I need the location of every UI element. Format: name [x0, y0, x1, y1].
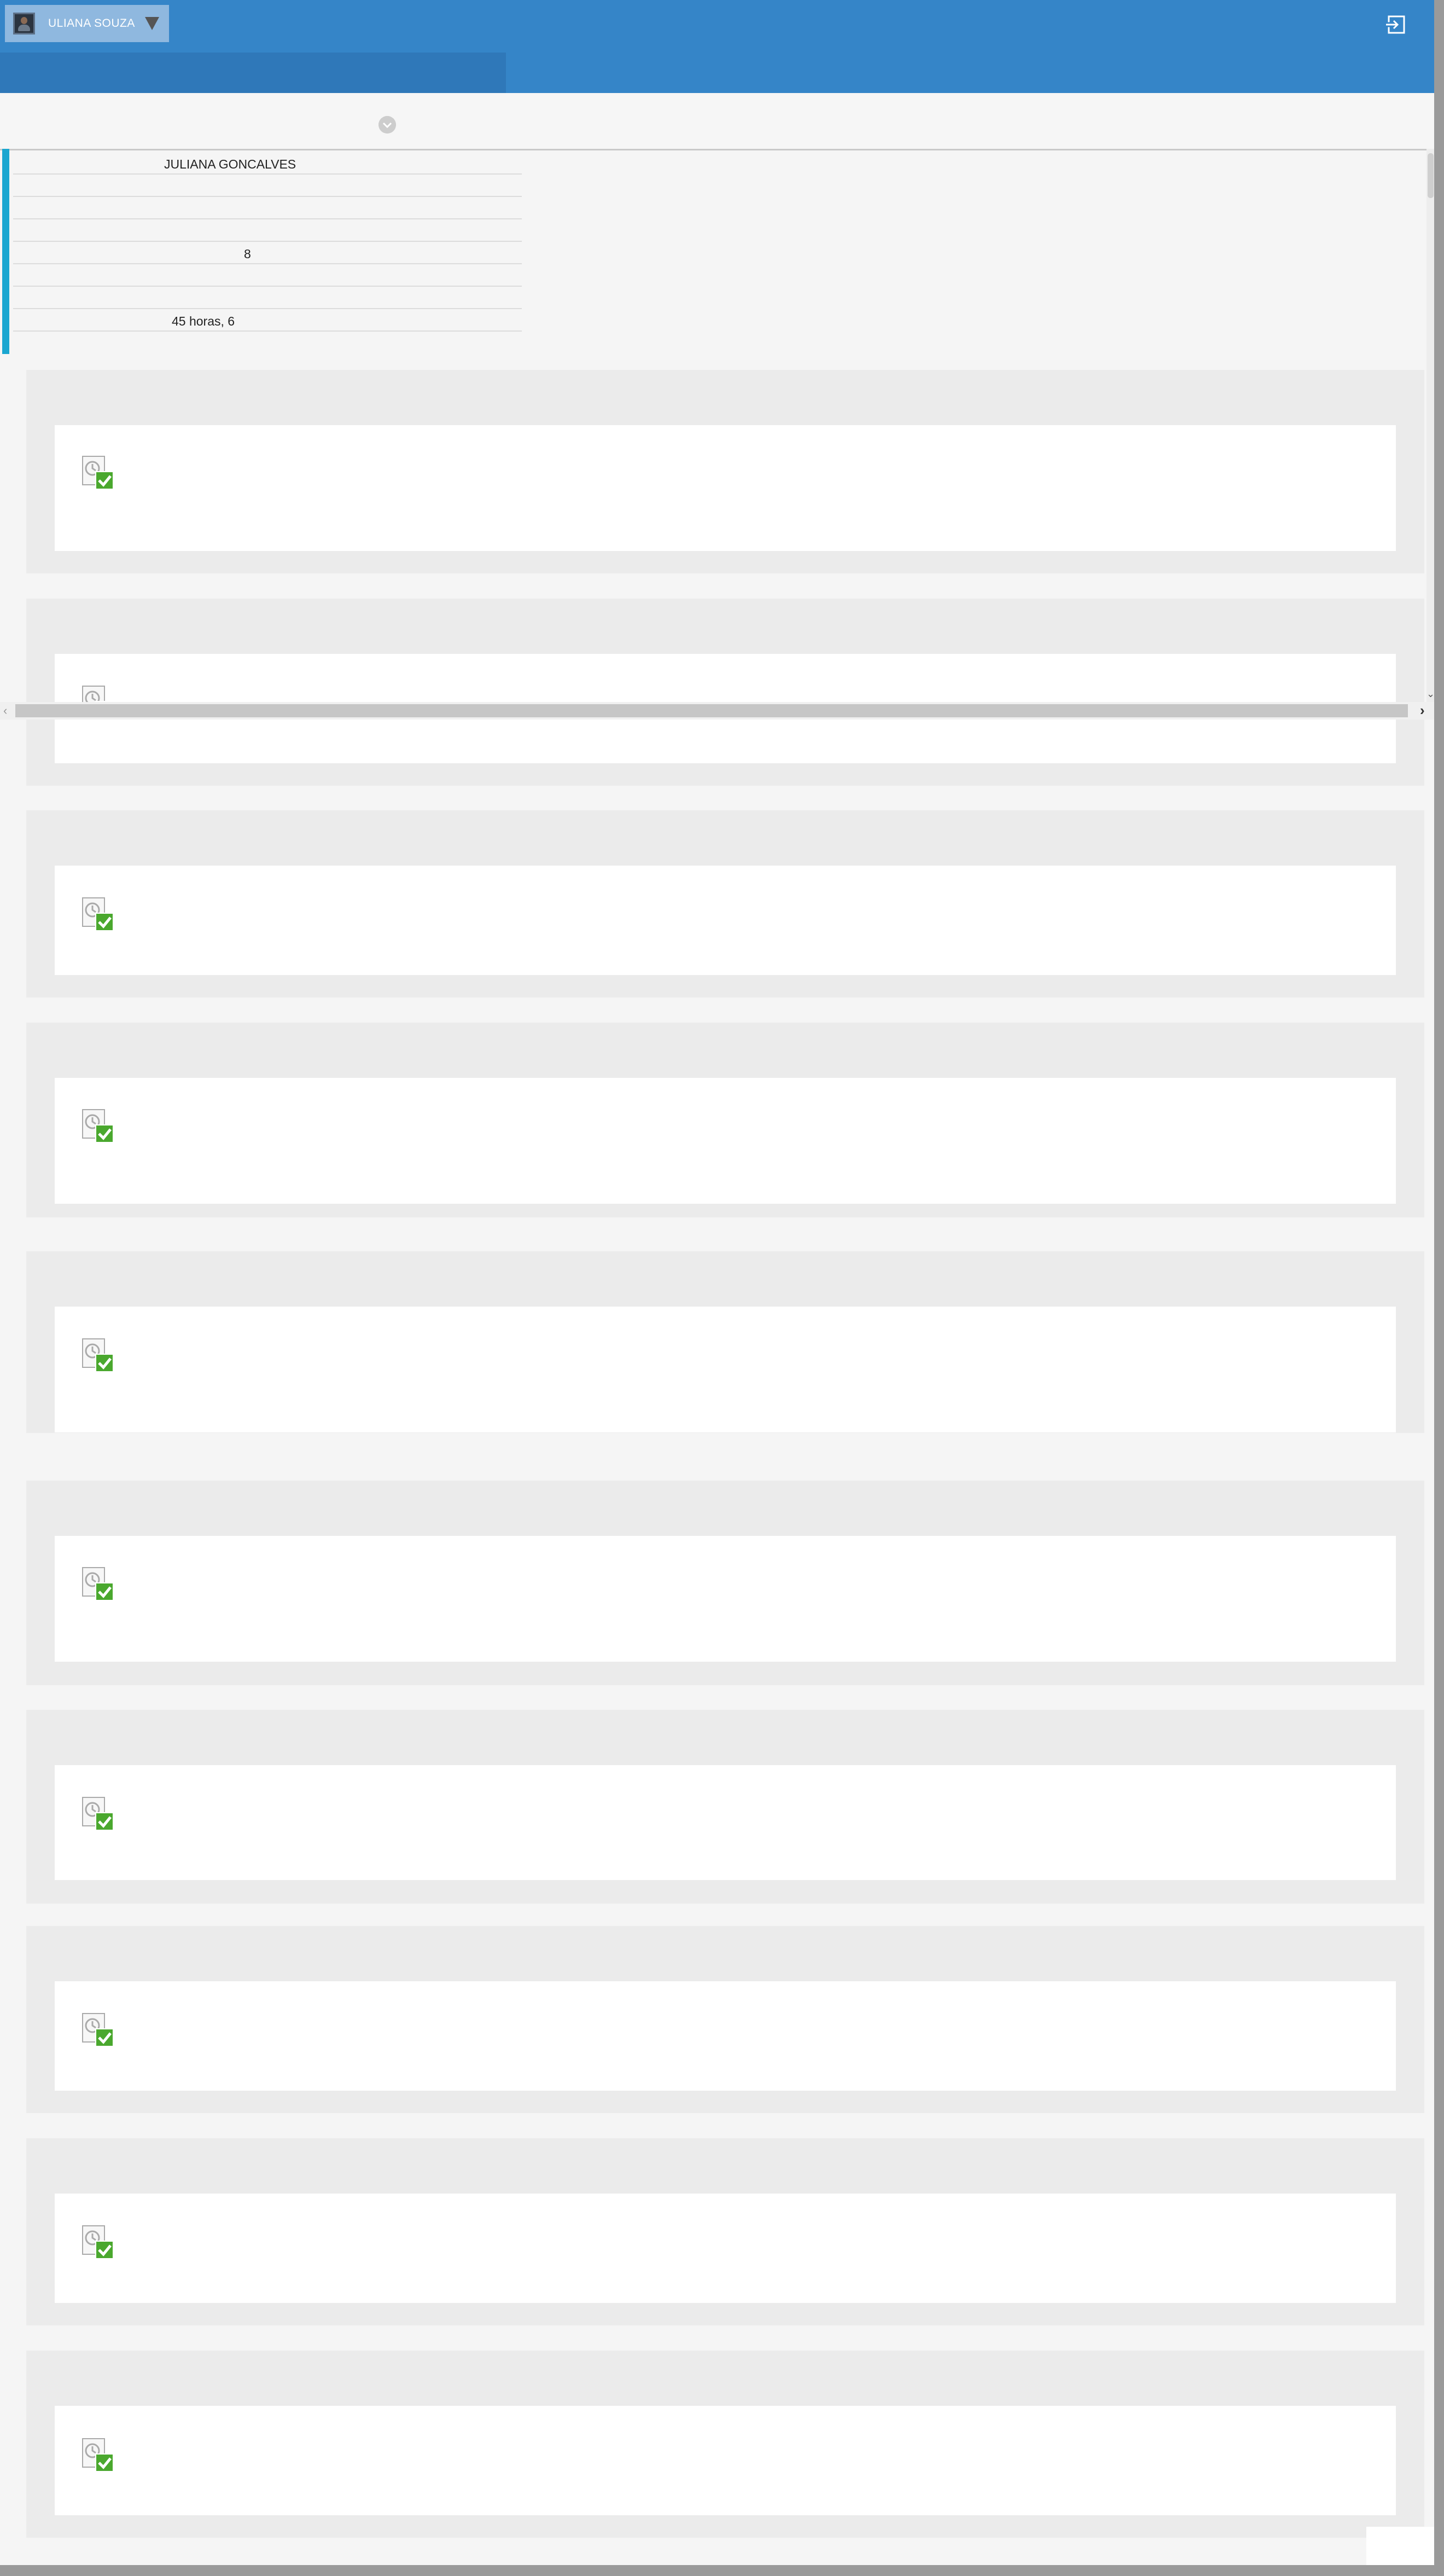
document-check-icon — [82, 1797, 114, 1831]
info-row: 45 horas, 6 — [13, 309, 522, 332]
info-row: 8 — [13, 242, 522, 264]
info-row — [13, 264, 522, 287]
card-content[interactable] — [55, 1307, 1396, 1432]
list-item[interactable] — [26, 599, 1424, 786]
chevron-down-circle-icon[interactable] — [379, 116, 396, 134]
sub-navigation-bar — [0, 53, 506, 93]
card-content[interactable] — [55, 2194, 1396, 2303]
card-content[interactable] — [55, 1765, 1396, 1880]
document-check-icon — [82, 897, 114, 931]
scroll-left-icon[interactable]: ‹ — [3, 704, 7, 718]
list-item[interactable] — [26, 1481, 1424, 1685]
list-item[interactable] — [26, 2351, 1424, 2538]
info-row: JULIANA GONCALVES — [13, 152, 522, 175]
chevron-down-icon[interactable] — [145, 17, 159, 30]
toolbar — [0, 94, 1434, 150]
document-check-icon — [82, 1338, 114, 1372]
list-item[interactable] — [26, 1926, 1424, 2113]
document-check-icon — [82, 2225, 114, 2259]
scroll-right-icon[interactable]: › — [1420, 702, 1425, 719]
card-content[interactable] — [55, 425, 1396, 551]
app-window: ULIANA SOUZA JULIANA GONCALVES 8 45 hora… — [0, 0, 1434, 2565]
list-item[interactable] — [26, 1251, 1424, 1433]
avatar[interactable] — [13, 13, 35, 34]
info-value: 8 — [244, 247, 251, 261]
card-content[interactable] — [55, 1078, 1396, 1204]
top-header: ULIANA SOUZA — [0, 0, 1434, 93]
info-row — [13, 219, 522, 242]
document-check-icon — [82, 456, 114, 490]
list-item[interactable] — [26, 1710, 1424, 1904]
hours-value: 45 horas, 6 — [172, 314, 235, 328]
card-content[interactable] — [55, 2406, 1396, 2515]
horizontal-scrollbar-thumb[interactable] — [15, 704, 1408, 717]
list-item[interactable] — [26, 1023, 1424, 1217]
document-check-icon — [82, 2013, 114, 2047]
document-check-icon — [82, 2438, 114, 2472]
list-item[interactable] — [26, 2138, 1424, 2325]
scroll-down-icon[interactable]: ⌄ — [1426, 688, 1434, 700]
user-name: ULIANA SOUZA — [48, 17, 135, 30]
info-row — [13, 287, 522, 309]
card-content[interactable] — [55, 1536, 1396, 1662]
card-content[interactable] — [55, 866, 1396, 975]
info-row — [13, 197, 522, 219]
list-item[interactable] — [26, 810, 1424, 997]
user-menu[interactable]: ULIANA SOUZA — [5, 5, 169, 42]
info-row — [13, 175, 522, 197]
active-indicator — [2, 149, 9, 354]
vertical-scrollbar[interactable] — [1426, 149, 1434, 703]
corner-panel — [1366, 2527, 1434, 2565]
details-panel: JULIANA GONCALVES 8 45 horas, 6 — [13, 152, 522, 332]
vertical-scrollbar-thumb[interactable] — [1428, 153, 1434, 198]
list-item[interactable] — [26, 370, 1424, 573]
logout-icon[interactable] — [1385, 13, 1408, 36]
document-check-icon — [82, 1109, 114, 1143]
document-check-icon — [82, 1567, 114, 1601]
card-content[interactable] — [55, 1981, 1396, 2091]
employee-name: JULIANA GONCALVES — [164, 157, 296, 171]
